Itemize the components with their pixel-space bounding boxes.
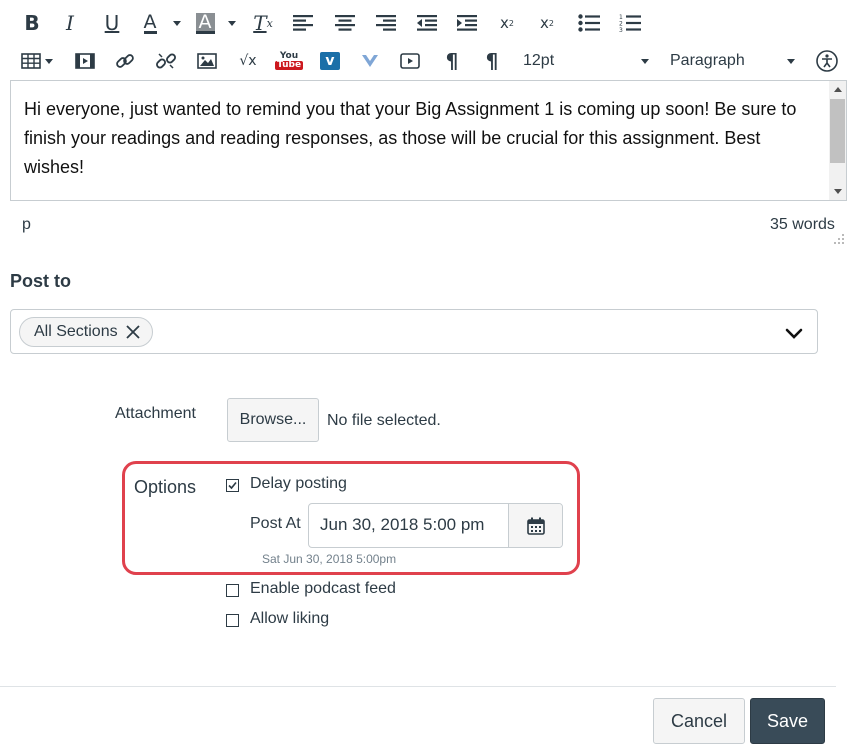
media-icon[interactable] bbox=[73, 47, 97, 75]
delay-posting-checkbox[interactable] bbox=[226, 479, 239, 492]
footer-divider bbox=[0, 686, 836, 687]
link-icon[interactable] bbox=[113, 47, 137, 75]
post-at-input[interactable]: Jun 30, 2018 5:00 pm bbox=[320, 515, 484, 535]
background-color-dropdown-caret[interactable] bbox=[228, 21, 236, 26]
resize-handle-icon[interactable] bbox=[834, 231, 844, 244]
text-color-icon[interactable]: A bbox=[138, 9, 162, 37]
embed-media-icon[interactable] bbox=[398, 47, 422, 75]
font-size-select[interactable]: 12pt bbox=[523, 52, 658, 72]
scrollbar-thumb[interactable] bbox=[830, 99, 845, 163]
podcast-feed-checkbox[interactable] bbox=[226, 584, 239, 597]
youtube-tube-text: Tube bbox=[274, 60, 304, 70]
font-size-caret bbox=[641, 59, 649, 64]
calendar-icon bbox=[526, 517, 545, 535]
text-color-dropdown-caret[interactable] bbox=[173, 21, 181, 26]
editor-body-text[interactable]: Hi everyone, just wanted to remind you t… bbox=[24, 95, 824, 182]
svg-text:3: 3 bbox=[619, 27, 623, 32]
rich-text-editor[interactable]: Hi everyone, just wanted to remind you t… bbox=[10, 80, 847, 201]
post-at-label: Post At bbox=[250, 515, 301, 532]
post-to-select[interactable]: All Sections bbox=[10, 309, 818, 354]
bullet-list-icon[interactable] bbox=[577, 9, 601, 37]
block-format-caret bbox=[787, 59, 795, 64]
block-format-select[interactable]: Paragraph bbox=[670, 52, 798, 72]
scroll-down-icon[interactable] bbox=[834, 189, 842, 194]
table-dropdown-caret[interactable] bbox=[45, 59, 53, 64]
ltr-icon[interactable]: ¶ bbox=[440, 47, 464, 75]
numbered-list-icon[interactable]: 123 bbox=[618, 9, 642, 37]
equation-icon[interactable]: √x bbox=[236, 47, 260, 75]
podcast-feed-label: Enable podcast feed bbox=[250, 580, 396, 597]
unlink-icon[interactable] bbox=[154, 47, 178, 75]
indent-icon[interactable] bbox=[455, 9, 479, 37]
editor-scrollbar[interactable] bbox=[829, 81, 846, 200]
date-picker-button[interactable] bbox=[508, 504, 562, 547]
subscript-icon[interactable]: x2 bbox=[536, 9, 558, 37]
section-tag-label: All Sections bbox=[34, 323, 118, 340]
scroll-up-icon[interactable] bbox=[834, 87, 842, 92]
youtube-icon[interactable]: You Tube bbox=[274, 47, 304, 75]
cancel-button[interactable]: Cancel bbox=[653, 698, 745, 744]
table-icon[interactable] bbox=[20, 47, 42, 75]
align-right-icon[interactable] bbox=[374, 9, 398, 37]
italic-icon[interactable]: I bbox=[58, 9, 82, 37]
align-center-icon[interactable] bbox=[333, 9, 357, 37]
post-to-label: Post to bbox=[10, 271, 71, 291]
chevron-down-icon[interactable] bbox=[785, 326, 803, 344]
superscript-icon[interactable]: x2 bbox=[496, 9, 518, 37]
delay-posting-label: Delay posting bbox=[250, 475, 347, 492]
file-status: No file selected. bbox=[327, 412, 441, 429]
post-at-hint: Sat Jun 30, 2018 5:00pm bbox=[262, 552, 397, 566]
outdent-icon[interactable] bbox=[415, 9, 439, 37]
browse-button[interactable]: Browse... bbox=[227, 398, 319, 442]
block-format-value: Paragraph bbox=[670, 52, 745, 69]
save-button[interactable]: Save bbox=[750, 698, 825, 744]
accessibility-icon[interactable] bbox=[815, 47, 839, 75]
options-label: Options bbox=[134, 477, 197, 497]
allow-liking-label: Allow liking bbox=[250, 610, 330, 627]
word-count: 35 words bbox=[770, 216, 835, 233]
vimeo-icon[interactable]: v bbox=[318, 47, 342, 75]
bold-icon[interactable]: B bbox=[20, 9, 44, 37]
section-tag: All Sections bbox=[19, 317, 153, 347]
underline-icon[interactable]: U bbox=[100, 9, 124, 37]
font-size-value: 12pt bbox=[523, 52, 555, 69]
image-icon[interactable] bbox=[195, 47, 219, 75]
attachment-label: Attachment bbox=[115, 405, 196, 422]
rtl-icon[interactable]: ¶ bbox=[480, 47, 504, 75]
post-at-date-field[interactable]: Jun 30, 2018 5:00 pm bbox=[308, 503, 563, 548]
v-icon[interactable] bbox=[358, 47, 382, 75]
editor-path: p bbox=[22, 216, 31, 233]
allow-liking-checkbox[interactable] bbox=[226, 614, 239, 627]
background-color-icon[interactable]: A bbox=[193, 9, 217, 37]
remove-section-icon[interactable] bbox=[125, 325, 140, 339]
clear-formatting-icon[interactable]: Tx bbox=[250, 9, 276, 37]
align-left-icon[interactable] bbox=[291, 9, 315, 37]
